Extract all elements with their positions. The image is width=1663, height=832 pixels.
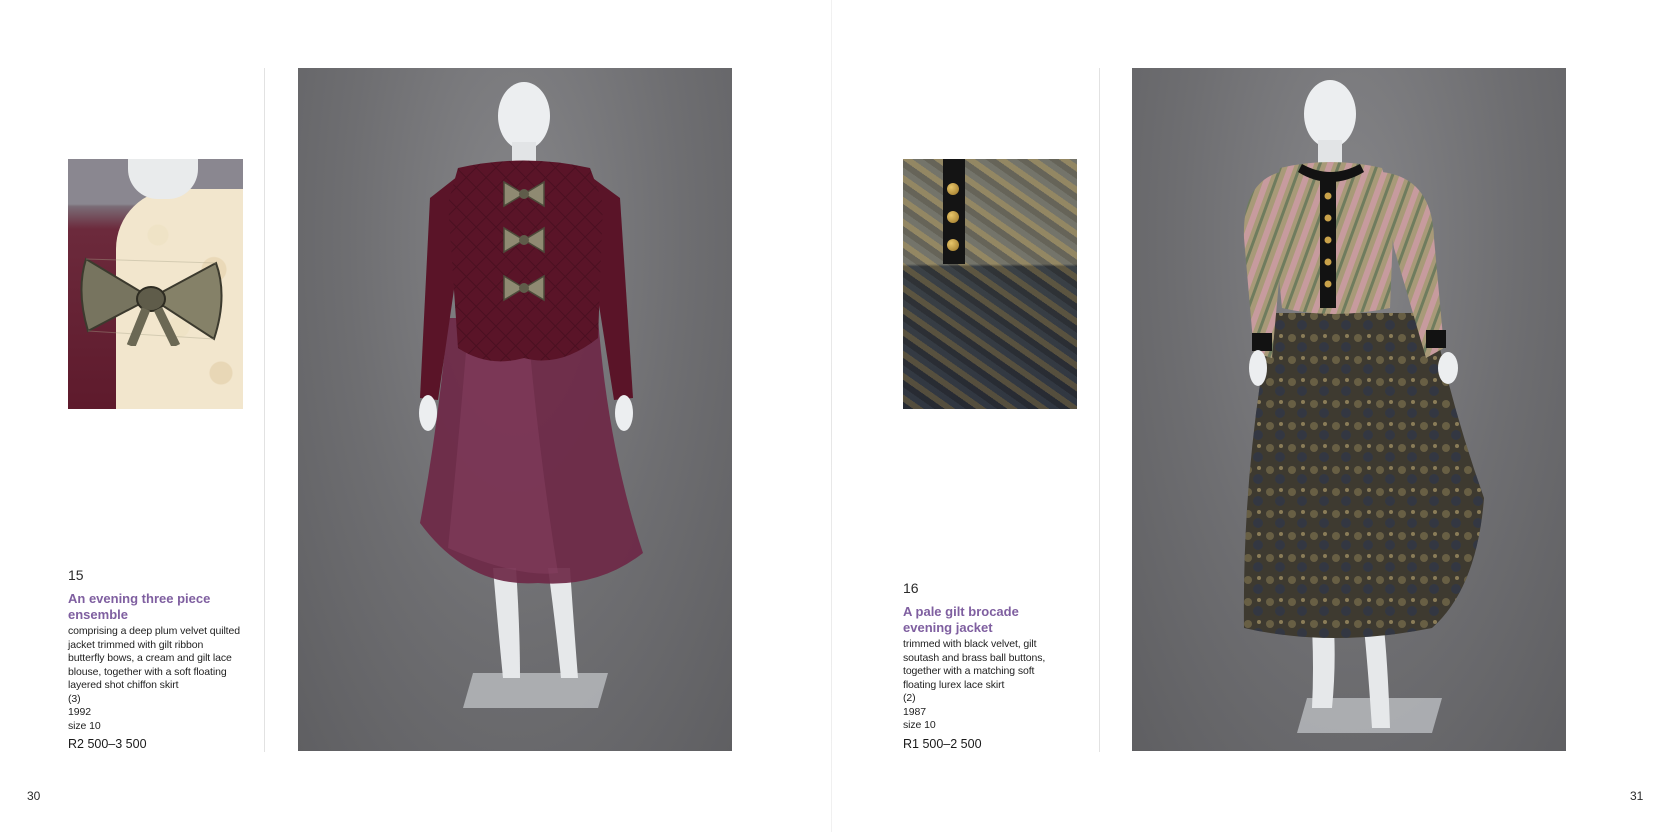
description-line: together with a matching soft [903,665,1035,677]
lot-title-line: An evening three piece [68,591,211,606]
lot-title: An evening three piece ensemble [68,591,210,623]
description-line: (3) [68,692,81,705]
lot-title-line: ensemble [68,607,128,622]
lot-title-line: A pale gilt brocade [903,604,1019,619]
description-line: butterfly bows, a cream and gilt lace [68,652,232,664]
column-divider [264,68,265,752]
brass-button-icon [947,211,959,223]
main-photo-plum-ensemble [298,68,732,751]
column-divider [1099,68,1100,752]
page-number: 30 [27,789,41,803]
description-line: floating lurex lace skirt [903,678,1005,691]
lot-estimate: R1 500–2 500 [903,737,982,751]
description-line: 1987 [903,705,926,718]
description-line: blouse, together with a soft floating [68,665,227,678]
description-line: jacket trimmed with gilt ribbon [68,638,204,651]
description-line: trimmed with black velvet, gilt [903,638,1037,650]
description-line: soutash and brass ball buttons, [903,651,1046,664]
gilt-bow-icon [80,257,223,346]
mannequin-brocade-ensemble [1243,80,1484,733]
brass-button-icon [947,183,959,195]
description-line: layered shot chiffon skirt [68,679,179,691]
lot-estimate: R2 500–3 500 [68,737,147,751]
brass-button-icon [947,239,959,251]
description-line: (2) [903,692,916,704]
description-line: size 10 [68,719,101,732]
detail-photo-bow [68,159,243,409]
lot-description: comprising a deep plum velvet quilted ja… [68,625,240,733]
left-page: 15 An evening three piece ensemble compr… [0,0,831,832]
lot-title: A pale gilt brocade evening jacket [903,604,1019,636]
page-number: 31 [1630,789,1644,803]
description-line: comprising a deep plum velvet quilted [68,625,240,637]
detail-photo-brocade [903,159,1077,409]
lot-title-line: evening jacket [903,620,993,635]
description-line: 1992 [68,706,91,718]
mannequin-plum-ensemble [419,82,643,708]
lot-number: 16 [903,580,919,596]
lot-number: 15 [68,567,84,583]
main-photo-brocade-ensemble [1132,68,1566,751]
description-line: size 10 [903,719,936,731]
lot-description: trimmed with black velvet, gilt soutash … [903,638,1045,733]
